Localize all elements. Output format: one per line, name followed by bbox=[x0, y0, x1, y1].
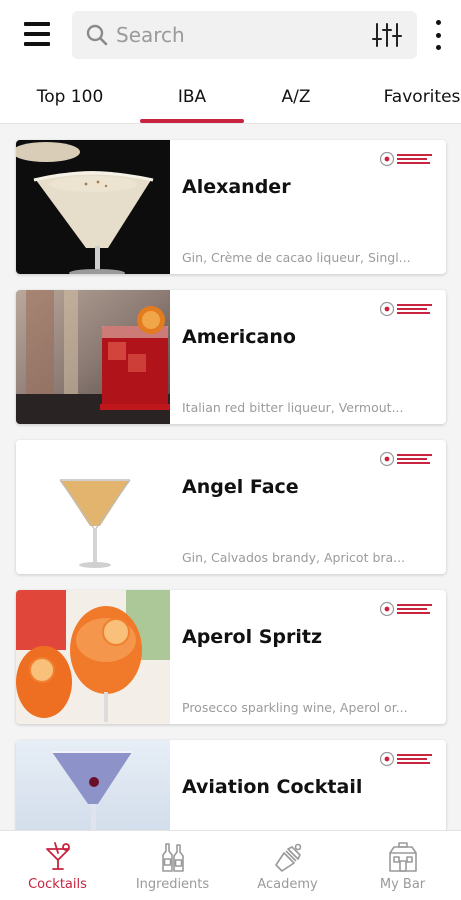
tab-top-100[interactable]: Top 100 bbox=[18, 70, 122, 124]
nav-label: Ingredients bbox=[135, 877, 210, 892]
cocktail-card[interactable]: Americano Italian red bitter liqueur, Ve… bbox=[16, 290, 446, 424]
cocktail-name: Aperol Spritz bbox=[182, 626, 323, 648]
bar-building-icon bbox=[389, 842, 417, 872]
cocktail-name: Americano bbox=[182, 326, 296, 348]
iba-logo-icon bbox=[380, 601, 432, 617]
search-icon bbox=[86, 24, 108, 46]
cocktail-image-americano bbox=[16, 290, 170, 424]
nav-ingredients[interactable]: Ingredients bbox=[115, 831, 230, 900]
cocktail-glass-icon bbox=[46, 842, 70, 870]
nav-academy[interactable]: Academy bbox=[230, 831, 345, 900]
cocktail-ingredients: Italian red bitter liqueur, Vermout... bbox=[182, 400, 404, 415]
tab-a-z[interactable]: A/Z bbox=[244, 70, 348, 124]
nav-label: Cocktails bbox=[28, 877, 87, 892]
hamburger-menu-icon[interactable] bbox=[24, 22, 50, 46]
cocktail-ingredients: Gin, Calvados brandy, Apricot bra... bbox=[182, 550, 406, 565]
cocktail-ingredients: Gin, Crème de cacao liqueur, Singl... bbox=[182, 250, 411, 265]
search-input[interactable] bbox=[116, 19, 356, 51]
cocktail-card[interactable]: Alexander Gin, Crème de cacao liqueur, S… bbox=[16, 140, 446, 274]
cocktail-name: Angel Face bbox=[182, 476, 299, 498]
tab-iba[interactable]: IBA bbox=[140, 70, 244, 124]
active-tab-indicator bbox=[140, 119, 244, 123]
cocktail-name: Alexander bbox=[182, 176, 291, 198]
cocktail-name: Aviation Cocktail bbox=[182, 776, 363, 798]
cocktail-image-angel-face bbox=[16, 440, 170, 574]
nav-label: My Bar bbox=[379, 877, 426, 892]
cocktail-ingredients: Prosecco sparkling wine, Aperol or... bbox=[182, 700, 408, 715]
more-options-icon[interactable] bbox=[430, 20, 446, 50]
cocktail-card[interactable]: Aviation Cocktail bbox=[16, 740, 446, 830]
top-bar bbox=[0, 0, 461, 70]
cocktail-card[interactable]: Aperol Spritz Prosecco sparkling wine, A… bbox=[16, 590, 446, 724]
nav-label: Academy bbox=[257, 877, 318, 892]
nav-my-bar[interactable]: My Bar bbox=[345, 831, 460, 900]
tab-favorites[interactable]: Favorites bbox=[370, 70, 461, 124]
iba-logo-icon bbox=[380, 751, 432, 767]
iba-logo-icon bbox=[380, 301, 432, 317]
tab-bar: Top 100 IBA A/Z Favorites bbox=[0, 70, 461, 124]
cocktail-list[interactable]: Alexander Gin, Crème de cacao liqueur, S… bbox=[0, 124, 461, 830]
cocktail-image-aperol-spritz bbox=[16, 590, 170, 724]
cocktail-image-aviation-cocktail bbox=[16, 740, 170, 830]
bottles-icon bbox=[162, 843, 184, 872]
nav-cocktails[interactable]: Cocktails bbox=[0, 831, 115, 900]
filter-sliders-icon[interactable] bbox=[371, 21, 403, 49]
cocktail-card[interactable]: Angel Face Gin, Calvados brandy, Apricot… bbox=[16, 440, 446, 574]
iba-logo-icon bbox=[380, 151, 432, 167]
shaker-icon bbox=[275, 843, 302, 872]
iba-logo-icon bbox=[380, 451, 432, 467]
search-bar[interactable] bbox=[72, 11, 417, 59]
bottom-navigation: Cocktails Ingredients Academy My Bar bbox=[0, 830, 461, 900]
cocktail-image-alexander bbox=[16, 140, 170, 274]
